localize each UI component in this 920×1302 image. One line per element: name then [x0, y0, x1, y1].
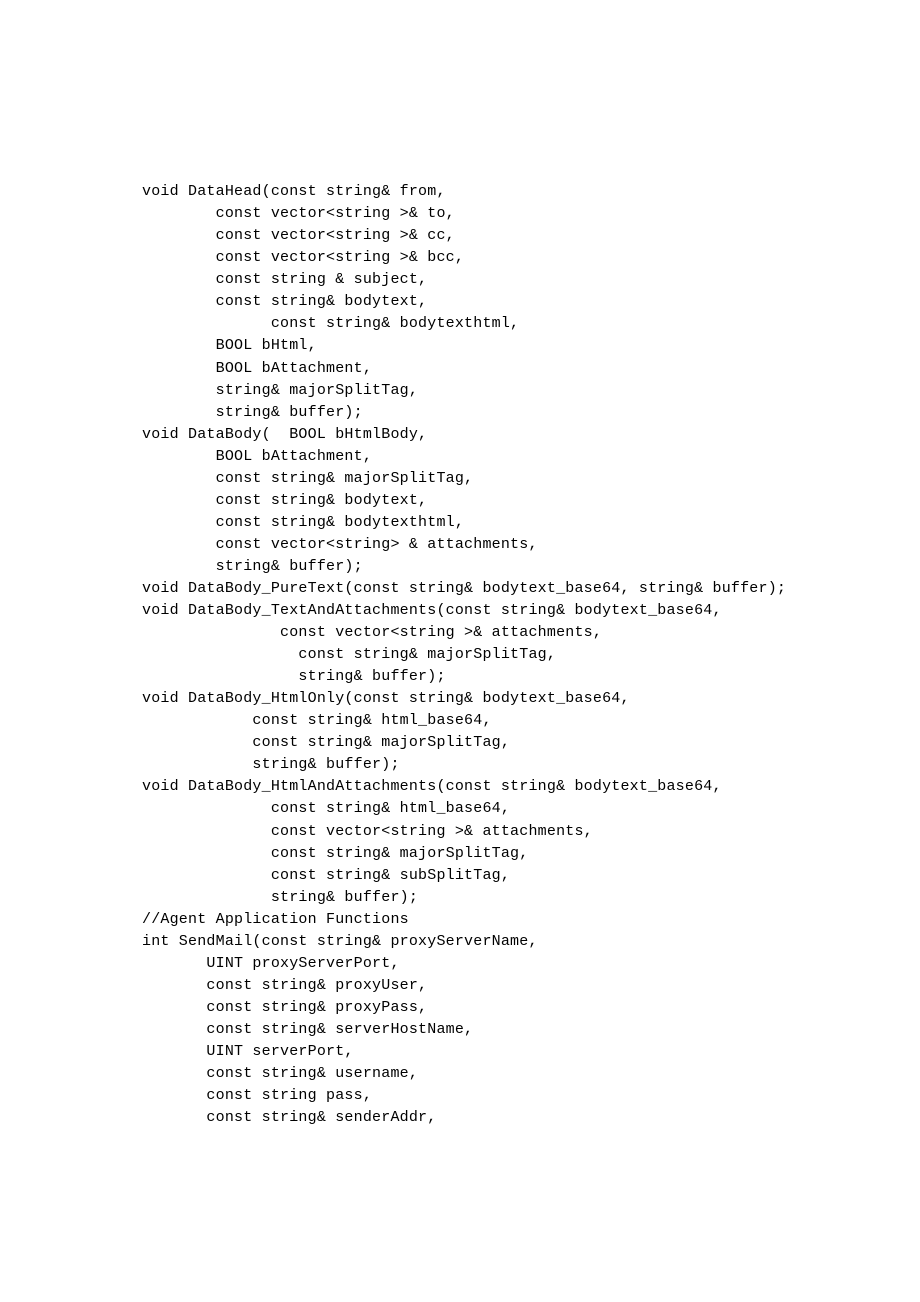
code-line: void DataBody_HtmlOnly(const string& bod… [142, 688, 920, 710]
code-line: const string& majorSplitTag, [142, 644, 920, 666]
code-line: BOOL bHtml, [142, 335, 920, 357]
code-line: const string pass, [142, 1085, 920, 1107]
code-line: const string& username, [142, 1063, 920, 1085]
code-line: void DataBody( BOOL bHtmlBody, [142, 424, 920, 446]
code-line: void DataBody_HtmlAndAttachments(const s… [142, 776, 920, 798]
code-line: const string& html_base64, [142, 710, 920, 732]
code-line: const string& bodytext, [142, 490, 920, 512]
code-line: int SendMail(const string& proxyServerNa… [142, 931, 920, 953]
code-line: const vector<string >& to, [142, 203, 920, 225]
code-line: string& buffer); [142, 666, 920, 688]
code-line: void DataHead(const string& from, [142, 181, 920, 203]
code-line: const string& subSplitTag, [142, 865, 920, 887]
code-line: const string& senderAddr, [142, 1107, 920, 1129]
code-line: const string & subject, [142, 269, 920, 291]
code-line: const string& bodytexthtml, [142, 313, 920, 335]
code-line: const string& html_base64, [142, 798, 920, 820]
code-line: string& buffer); [142, 402, 920, 424]
code-line: const string& majorSplitTag, [142, 468, 920, 490]
code-line: string& buffer); [142, 556, 920, 578]
code-block: void DataHead(const string& from, const … [142, 181, 920, 1129]
code-line: const vector<string >& attachments, [142, 821, 920, 843]
code-line: void DataBody_PureText(const string& bod… [142, 578, 920, 600]
code-line: BOOL bAttachment, [142, 358, 920, 380]
code-line: const string& majorSplitTag, [142, 732, 920, 754]
code-line: const string& proxyPass, [142, 997, 920, 1019]
code-line: const vector<string> & attachments, [142, 534, 920, 556]
code-line: const string& majorSplitTag, [142, 843, 920, 865]
code-line: //Agent Application Functions [142, 909, 920, 931]
code-line: const string& bodytexthtml, [142, 512, 920, 534]
code-line: string& buffer); [142, 887, 920, 909]
code-line: UINT serverPort, [142, 1041, 920, 1063]
code-line: UINT proxyServerPort, [142, 953, 920, 975]
code-line: const string& bodytext, [142, 291, 920, 313]
code-line: BOOL bAttachment, [142, 446, 920, 468]
code-line: const string& proxyUser, [142, 975, 920, 997]
code-line: const vector<string >& bcc, [142, 247, 920, 269]
code-line: void DataBody_TextAndAttachments(const s… [142, 600, 920, 622]
code-line: const vector<string >& attachments, [142, 622, 920, 644]
code-line: string& buffer); [142, 754, 920, 776]
code-line: const vector<string >& cc, [142, 225, 920, 247]
code-line: const string& serverHostName, [142, 1019, 920, 1041]
code-line: string& majorSplitTag, [142, 380, 920, 402]
